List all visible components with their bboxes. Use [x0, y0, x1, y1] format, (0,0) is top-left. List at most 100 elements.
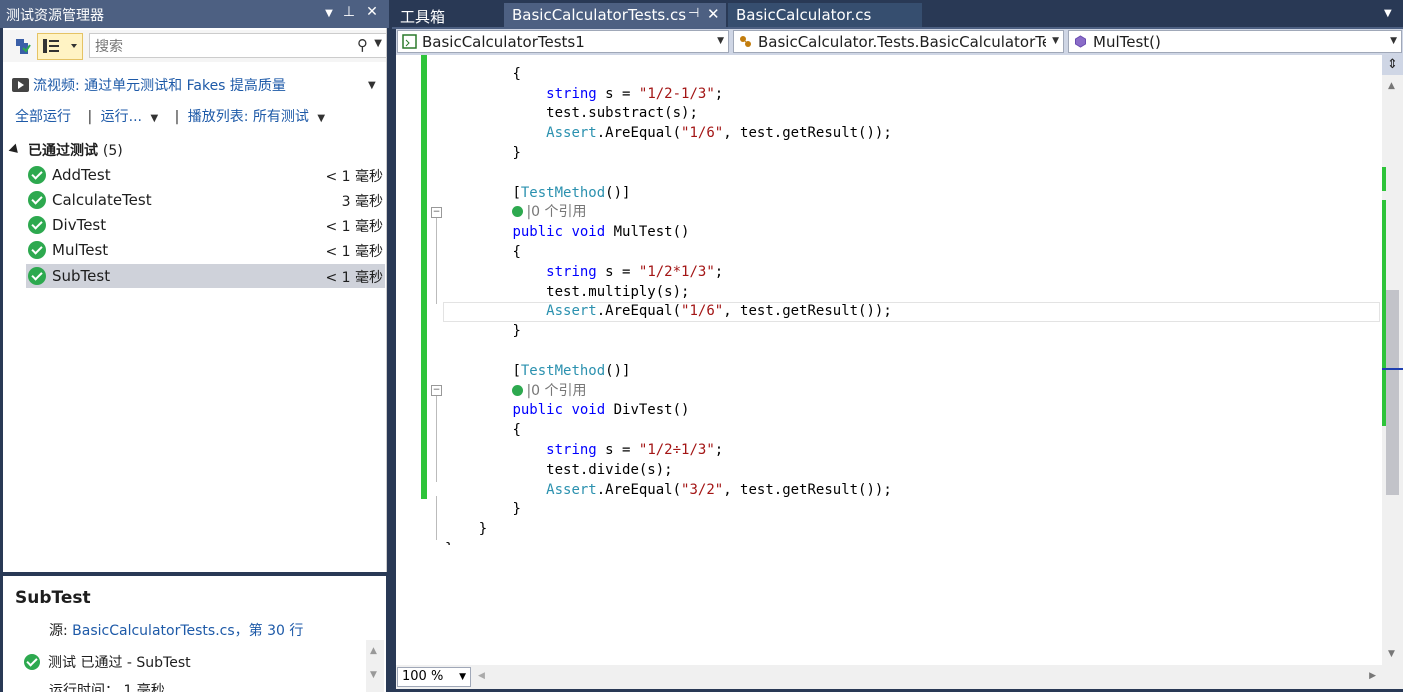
scroll-right-icon[interactable]: ▶ — [1369, 671, 1376, 681]
code-line: { — [512, 243, 521, 260]
code-line: string s = "1/2*1/3"; — [546, 263, 724, 280]
chevron-down-icon[interactable]: ▼ — [459, 672, 466, 682]
search-dropdown-icon[interactable]: ▼ — [374, 38, 382, 49]
status-text: 测试 已通过 - SubTest — [48, 655, 191, 671]
change-marker — [1382, 167, 1386, 191]
horizontal-scrollbar[interactable]: ◀ ▶ — [476, 667, 1380, 687]
code-line: { — [512, 422, 521, 439]
test-name: MulTest — [52, 241, 109, 259]
search-icon[interactable]: ⚲ — [357, 36, 368, 54]
test-row[interactable]: DivTest < 1 毫秒 — [26, 213, 385, 237]
split-window-icon[interactable]: ⇕ — [1382, 55, 1403, 75]
outline-line — [436, 496, 437, 540]
detail-title: SubTest — [15, 588, 91, 608]
test-explorer-titlebar: 测试资源管理器 ▼ ⊥ ✕ — [0, 0, 389, 28]
test-name: SubTest — [52, 267, 111, 285]
close-icon[interactable]: ✕ — [363, 4, 381, 20]
code-line: Assert.AreEqual("1/6", test.getResult())… — [546, 125, 892, 142]
collapse-icon[interactable]: − — [431, 207, 442, 218]
divider: | — [87, 109, 93, 125]
code-line: [TestMethod()] — [512, 362, 631, 379]
test-row[interactable]: MulTest < 1 毫秒 — [26, 238, 385, 262]
code-line: } — [445, 541, 453, 545]
scroll-left-icon[interactable]: ◀ — [478, 671, 485, 681]
test-duration: < 1 毫秒 — [325, 219, 383, 235]
pin-icon[interactable]: ⊥ — [340, 4, 358, 20]
editor-vertical-scrollbar[interactable]: ⇕ ▲ ▼ — [1382, 55, 1403, 665]
collapse-triangle-icon[interactable] — [8, 143, 22, 157]
panel-menu-icon[interactable]: ▼ — [320, 8, 338, 19]
group-by-button[interactable] — [37, 33, 83, 60]
code-line: } — [478, 521, 488, 538]
source-link[interactable]: BasicCalculatorTests.cs，第 30 行 — [72, 623, 303, 639]
scroll-up-icon[interactable]: ▲ — [370, 646, 377, 656]
zoom-value: 100 % — [402, 669, 444, 684]
playlist-dropdown-icon[interactable]: ▼ — [317, 113, 325, 124]
passed-check-icon — [28, 191, 46, 209]
passed-tests-group[interactable]: 已通过测试 (5) — [8, 140, 123, 160]
pin-icon[interactable]: ⊣ — [688, 6, 699, 21]
tab-overflow-icon[interactable]: ▼ — [1384, 8, 1392, 19]
test-duration: < 1 毫秒 — [325, 270, 383, 286]
close-tab-icon[interactable]: ✕ — [707, 5, 720, 23]
source-label: 源: — [49, 623, 68, 639]
test-explorer-toolbar: ⚲ ▼ — [3, 30, 387, 62]
scroll-down-icon[interactable]: ▼ — [370, 670, 377, 680]
code-line: } — [512, 323, 521, 340]
detail-status: 测试 已通过 - SubTest — [24, 652, 191, 672]
tab-toolbox[interactable]: 工具箱 — [392, 3, 504, 28]
code-lines: { string s = "1/2-1/3"; test.substract(s… — [445, 45, 1375, 545]
run-all-link[interactable]: 全部运行 — [15, 109, 71, 125]
detail-runtime: 运行时间： 1 毫秒 — [49, 683, 165, 692]
video-link[interactable]: 流视频: 通过单元测试和 Fakes 提高质量 — [12, 75, 286, 95]
code-line: |0 个引用 — [445, 204, 587, 220]
video-dropdown-icon[interactable]: ▼ — [368, 80, 376, 91]
video-link-text[interactable]: 流视频: 通过单元测试和 Fakes 提高质量 — [33, 78, 286, 94]
code-line: Assert.AreEqual("1/6", test.getResult())… — [546, 303, 892, 320]
test-row[interactable]: AddTest < 1 毫秒 — [26, 163, 385, 187]
passed-check-icon — [512, 206, 524, 218]
search-box[interactable]: ⚲ ▼ — [89, 33, 387, 58]
code-line: } — [512, 501, 521, 518]
code-line: public void DivTest() — [512, 402, 690, 419]
code-line: string s = "1/2÷1/3"; — [546, 441, 724, 458]
code-line: { — [512, 65, 521, 82]
passed-check-icon — [24, 654, 40, 670]
outline-line — [436, 396, 437, 482]
test-name: AddTest — [52, 166, 111, 184]
group-by-icon — [43, 39, 77, 53]
scroll-thumb[interactable] — [1386, 290, 1399, 495]
run-link[interactable]: 运行... — [101, 109, 142, 125]
tab-basic-calculator[interactable]: BasicCalculator.cs — [728, 3, 922, 28]
chevron-down-icon[interactable]: ▼ — [1390, 36, 1397, 46]
test-name: DivTest — [52, 216, 107, 234]
scroll-down-icon[interactable]: ▼ — [1388, 649, 1395, 659]
zoom-dropdown[interactable]: 100 % ▼ — [397, 667, 471, 687]
code-line: Assert.AreEqual("3/2", test.getResult())… — [546, 481, 892, 498]
detail-source: 源: BasicCalculatorTests.cs，第 30 行 — [49, 620, 303, 640]
code-line: test.substract(s); — [546, 105, 698, 122]
collapse-icon[interactable]: − — [431, 385, 442, 396]
code-line: test.multiply(s); — [546, 283, 690, 300]
scroll-up-icon[interactable]: ▲ — [1388, 81, 1395, 91]
test-name: CalculateTest — [52, 191, 152, 209]
editor-status-bar: 100 % ▼ ◀ ▶ — [396, 665, 1403, 689]
detail-scrollbar[interactable]: ▲ ▼ — [366, 640, 384, 692]
search-input[interactable] — [93, 35, 347, 58]
tab-basic-calculator-tests[interactable]: BasicCalculatorTests.cs ⊣ ✕ — [504, 3, 726, 28]
document-tabs: 工具箱 BasicCalculatorTests.cs ⊣ ✕ BasicCal… — [392, 0, 1403, 28]
test-duration: < 1 毫秒 — [325, 169, 383, 185]
playlist-link[interactable]: 播放列表: 所有测试 — [188, 109, 309, 125]
group-count: (5) — [102, 143, 123, 159]
project-icon — [402, 34, 417, 49]
video-icon — [12, 78, 29, 92]
code-line: } — [512, 144, 521, 161]
group-label: 已通过测试 — [28, 143, 98, 159]
test-row[interactable]: CalculateTest 3 毫秒 — [26, 188, 385, 212]
code-line: string s = "1/2-1/3"; — [546, 85, 724, 102]
panel-title: 测试资源管理器 — [6, 8, 104, 24]
test-row-selected[interactable]: SubTest < 1 毫秒 — [26, 264, 385, 288]
run-dropdown-icon[interactable]: ▼ — [150, 113, 158, 124]
run-details-icon[interactable] — [9, 33, 37, 60]
caret-position-marker — [1382, 368, 1403, 370]
